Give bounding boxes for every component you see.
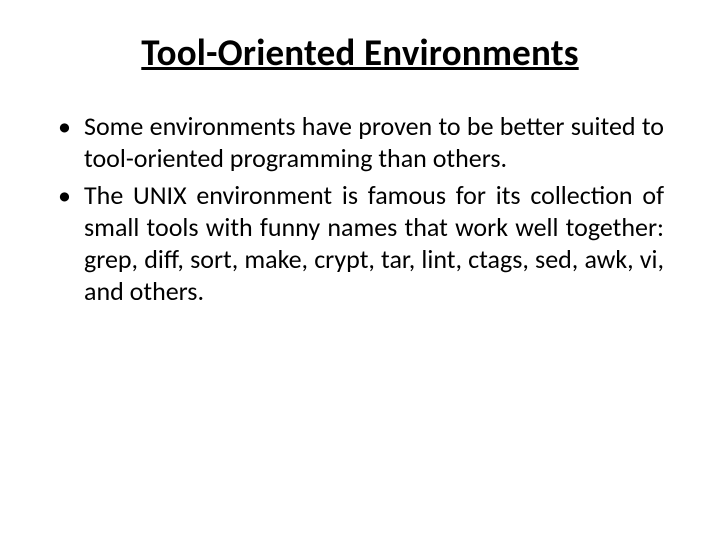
slide-title: Tool-Oriented Environments: [48, 30, 672, 75]
bullet-list: Some environments have proven to be bett…: [48, 111, 672, 307]
list-item: Some environments have proven to be bett…: [56, 111, 664, 174]
list-item: The UNIX environment is famous for its c…: [56, 180, 664, 307]
slide: Tool-Oriented Environments Some environm…: [0, 0, 720, 540]
